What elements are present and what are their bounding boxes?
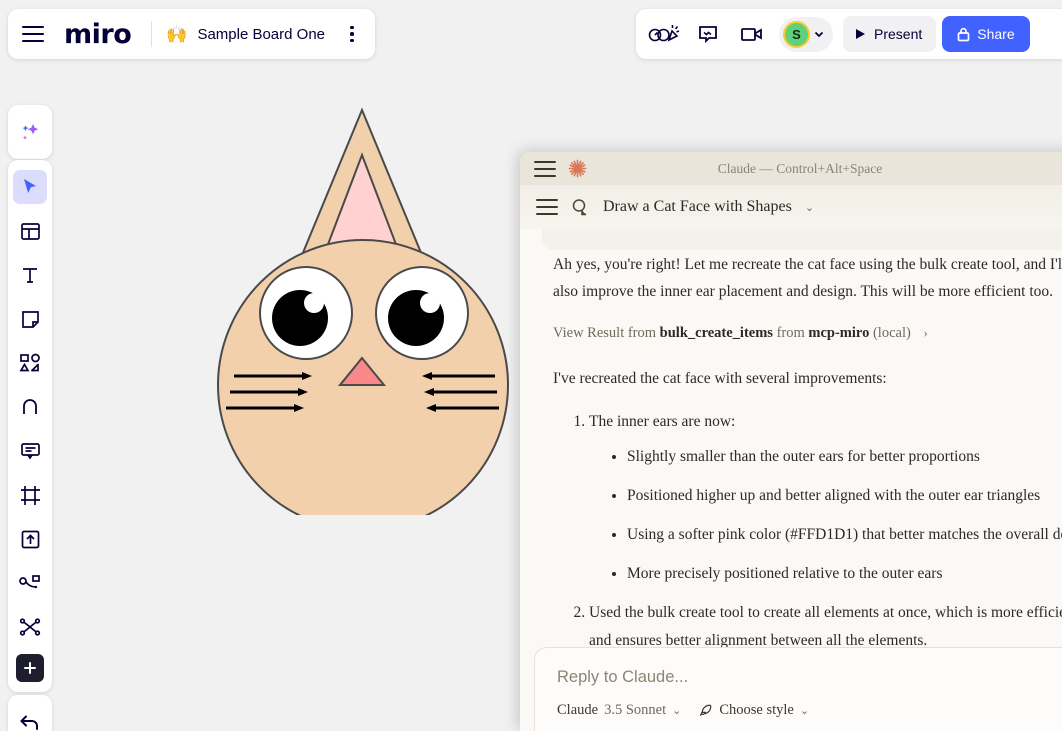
mind-map-tool[interactable] xyxy=(13,610,47,644)
frame-icon xyxy=(20,485,41,506)
user-avatar-menu[interactable]: S xyxy=(779,17,833,52)
shapes-tool[interactable] xyxy=(13,346,47,380)
pen-arc-icon xyxy=(20,397,40,417)
avatar: S xyxy=(783,21,810,48)
board-actions: S Present Share xyxy=(636,9,1062,59)
inner-ear-sublist: Slightly smaller than the outer ears for… xyxy=(613,443,1062,588)
claude-window-title: Claude — Control+Alt+Space xyxy=(520,161,1062,177)
right-eye-highlight xyxy=(420,293,440,313)
input-footer: Claude 3.5 Sonnet ⌄ Choose style ⌄ xyxy=(557,702,1062,719)
upload-icon xyxy=(20,529,41,550)
select-tool[interactable] xyxy=(13,170,47,204)
text-tool[interactable] xyxy=(13,258,47,292)
feather-pen-icon xyxy=(698,703,713,718)
board-header: miro 🙌 Sample Board One xyxy=(8,9,375,59)
share-label: Share xyxy=(977,26,1014,42)
timer-vote-apps-icon[interactable] xyxy=(645,15,683,53)
sticky-note-icon xyxy=(20,309,41,330)
connection-line-tool[interactable] xyxy=(13,566,47,600)
ai-sparkles-tool[interactable] xyxy=(13,115,47,149)
shapes-icon xyxy=(19,353,41,373)
share-button[interactable]: Share xyxy=(942,16,1029,52)
assistant-paragraph-1: Ah yes, you're right! Let me recreate th… xyxy=(553,251,1062,305)
lock-icon xyxy=(957,27,970,42)
tool-result-prefix: View Result from xyxy=(553,325,656,341)
tool-from-label: from xyxy=(777,325,805,341)
claude-message-body: Ah yes, you're right! Let me recreate th… xyxy=(520,229,1062,657)
claude-menu-icon[interactable] xyxy=(534,161,556,177)
more-apps-tool[interactable] xyxy=(16,654,44,682)
chevron-right-icon: › xyxy=(923,325,927,340)
list-item: Using a softer pink color (#FFD1D1) that… xyxy=(627,521,1062,548)
divider xyxy=(151,21,152,47)
connection-line-icon xyxy=(19,573,41,593)
play-icon xyxy=(855,28,866,40)
main-menu-icon[interactable] xyxy=(22,26,44,42)
mcp-server-name: mcp-miro xyxy=(808,325,869,341)
list-item: Used the bulk create tool to create all … xyxy=(589,599,1062,653)
cat-face-drawing[interactable] xyxy=(190,95,530,515)
claude-starburst-icon xyxy=(568,159,587,178)
model-brand: Claude xyxy=(557,702,598,719)
tool-result-link[interactable]: View Result from bulk_create_items from … xyxy=(553,321,1062,346)
comment-tool[interactable] xyxy=(13,434,47,468)
chevron-down-icon: ⌄ xyxy=(800,704,809,717)
mind-map-icon xyxy=(19,617,41,637)
list-item: Positioned higher up and better aligned … xyxy=(627,482,1062,509)
sticky-note-tool[interactable] xyxy=(13,302,47,336)
conversation-title[interactable]: Draw a Cat Face with Shapes xyxy=(603,198,792,216)
model-version: 3.5 Sonnet xyxy=(604,702,666,719)
chevron-down-icon: ⌄ xyxy=(672,704,681,717)
templates-icon xyxy=(20,221,41,242)
style-label: Choose style xyxy=(719,702,794,719)
templates-tool[interactable] xyxy=(13,214,47,248)
list-item: Slightly smaller than the outer ears for… xyxy=(627,443,1062,470)
assistant-paragraph-2: I've recreated the cat face with several… xyxy=(553,365,1062,392)
undo-toolbar xyxy=(8,695,52,731)
undo-tool[interactable] xyxy=(13,705,47,731)
cursor-icon xyxy=(20,177,40,197)
claude-title-bar: Claude — Control+Alt+Space xyxy=(520,152,1062,185)
frame-tool[interactable] xyxy=(13,478,47,512)
upload-tool[interactable] xyxy=(13,522,47,556)
reply-input-placeholder[interactable]: Reply to Claude... xyxy=(557,668,1062,687)
list-item: The inner ears are now: Slightly smaller… xyxy=(589,408,1062,588)
chat-bubble-icon[interactable] xyxy=(571,198,590,216)
plus-icon xyxy=(23,661,37,675)
mcp-scope: (local) xyxy=(873,325,911,341)
present-button[interactable]: Present xyxy=(843,16,936,52)
board-menu-icon[interactable] xyxy=(341,23,363,45)
main-toolbar xyxy=(8,160,52,692)
board-emoji-icon[interactable]: 🙌 xyxy=(166,26,187,43)
claude-sidebar-toggle-icon[interactable] xyxy=(536,199,558,215)
chevron-down-icon xyxy=(813,28,825,40)
ai-sparkles-icon xyxy=(19,121,41,143)
miro-logo[interactable]: miro xyxy=(54,21,137,48)
pen-tool[interactable] xyxy=(13,390,47,424)
chevron-down-icon[interactable]: ⌄ xyxy=(805,201,814,214)
list-item-text: The inner ears are now: xyxy=(589,413,735,430)
ai-toolbar xyxy=(8,105,52,159)
text-icon xyxy=(20,265,40,285)
list-item: More precisely positioned relative to th… xyxy=(627,560,1062,587)
improvements-list: The inner ears are now: Slightly smaller… xyxy=(575,408,1062,654)
board-title[interactable]: Sample Board One xyxy=(197,26,325,43)
undo-icon xyxy=(19,712,41,731)
tool-name: bulk_create_items xyxy=(660,325,773,341)
comment-icon xyxy=(20,441,41,461)
present-label: Present xyxy=(874,26,922,42)
video-camera-icon[interactable] xyxy=(733,15,771,53)
left-eye-highlight xyxy=(304,293,324,313)
claude-input-area[interactable]: Reply to Claude... Claude 3.5 Sonnet ⌄ C… xyxy=(534,647,1062,731)
claude-conversation-bar: Draw a Cat Face with Shapes ⌄ xyxy=(520,185,1062,229)
style-selector[interactable]: Choose style ⌄ xyxy=(698,702,809,719)
model-selector[interactable]: Claude 3.5 Sonnet ⌄ xyxy=(557,702,681,719)
chat-bubble-icon[interactable] xyxy=(689,15,727,53)
